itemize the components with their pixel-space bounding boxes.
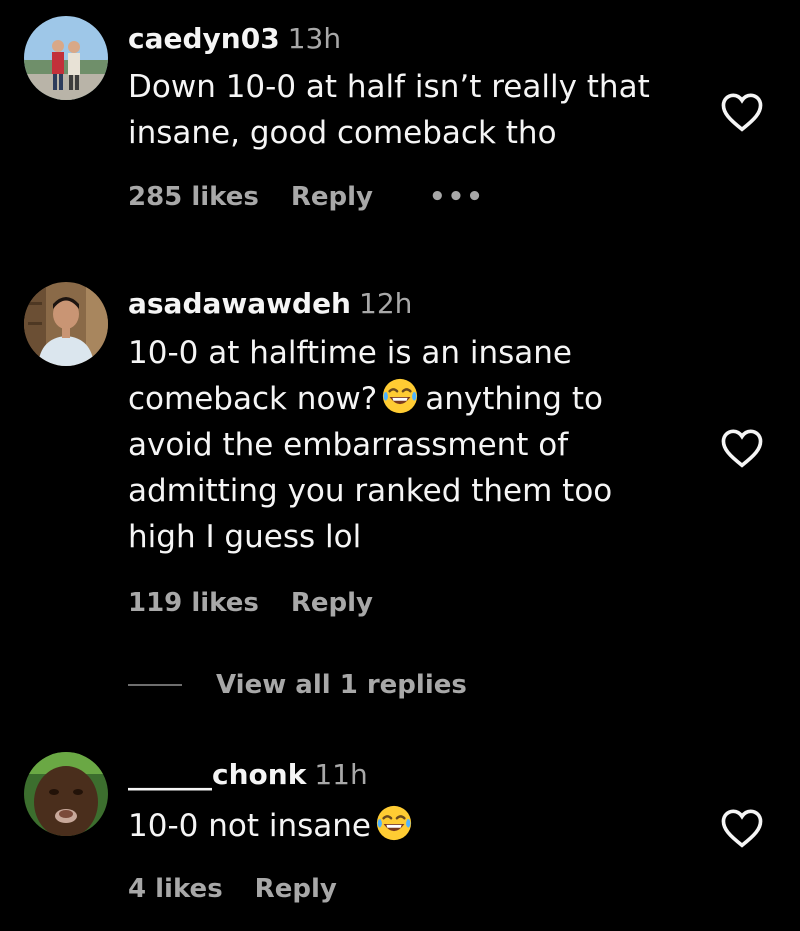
username[interactable]: caedyn03 <box>128 22 280 55</box>
comment-text: 10-0 not insane <box>128 803 688 849</box>
avatar[interactable] <box>24 16 108 100</box>
avatar-photo <box>24 752 108 836</box>
comment-text-line: admitting you ranked them too <box>128 473 613 509</box>
heart-outline-icon <box>721 809 763 848</box>
comment-text: Down 10-0 at half isn’t really that insa… <box>128 64 688 156</box>
timestamp: 13h <box>287 22 342 55</box>
comment-text-segment: anything to <box>425 381 603 417</box>
comment-text-line: comeback now? anything to <box>128 376 688 422</box>
like-button[interactable] <box>720 808 764 848</box>
likes-count[interactable]: 285 likes <box>128 182 259 212</box>
view-replies-label: View all 1 replies <box>216 670 467 700</box>
username[interactable]: asadawawdeh <box>128 287 351 320</box>
more-options-button[interactable]: ••• <box>429 182 485 212</box>
comment-text-segment: 10-0 not insane <box>128 808 371 844</box>
comment-text: 10-0 at halftime is an insane comeback n… <box>128 330 688 560</box>
like-button[interactable] <box>720 92 764 132</box>
username[interactable]: ______chonk <box>128 758 306 791</box>
comment-text-segment: comeback now? <box>128 381 378 417</box>
heart-outline-icon <box>721 429 763 468</box>
divider <box>128 684 182 686</box>
comment-text-line: insane, good comeback tho <box>128 115 557 151</box>
comment-text-line: avoid the embarrassment of <box>128 427 569 463</box>
like-button[interactable] <box>720 428 764 468</box>
face-with-tears-of-joy-emoji <box>381 377 419 415</box>
timestamp: 12h <box>359 287 413 320</box>
reply-button[interactable]: Reply <box>291 182 373 212</box>
avatar-photo <box>24 282 108 366</box>
view-replies-button[interactable]: View all 1 replies <box>128 670 467 710</box>
comment-text-line: 10-0 at halftime is an insane <box>128 335 572 371</box>
timestamp: 11h <box>314 758 368 791</box>
face-with-tears-of-joy-emoji <box>375 804 413 842</box>
avatar[interactable] <box>24 752 108 836</box>
avatar[interactable] <box>24 282 108 366</box>
reply-button[interactable]: Reply <box>291 588 373 618</box>
reply-button[interactable]: Reply <box>255 874 337 904</box>
likes-count[interactable]: 119 likes <box>128 588 259 618</box>
comment-text-line: Down 10-0 at half isn’t really that <box>128 69 650 105</box>
avatar-photo <box>24 16 108 100</box>
heart-outline-icon <box>721 93 763 132</box>
comment-text-line: 10-0 not insane <box>128 803 688 849</box>
comments-thread: caedyn03 13h Down 10-0 at half isn’t real… <box>0 0 800 931</box>
comment-text-line: high I guess lol <box>128 519 362 555</box>
likes-count[interactable]: 4 likes <box>128 874 223 904</box>
